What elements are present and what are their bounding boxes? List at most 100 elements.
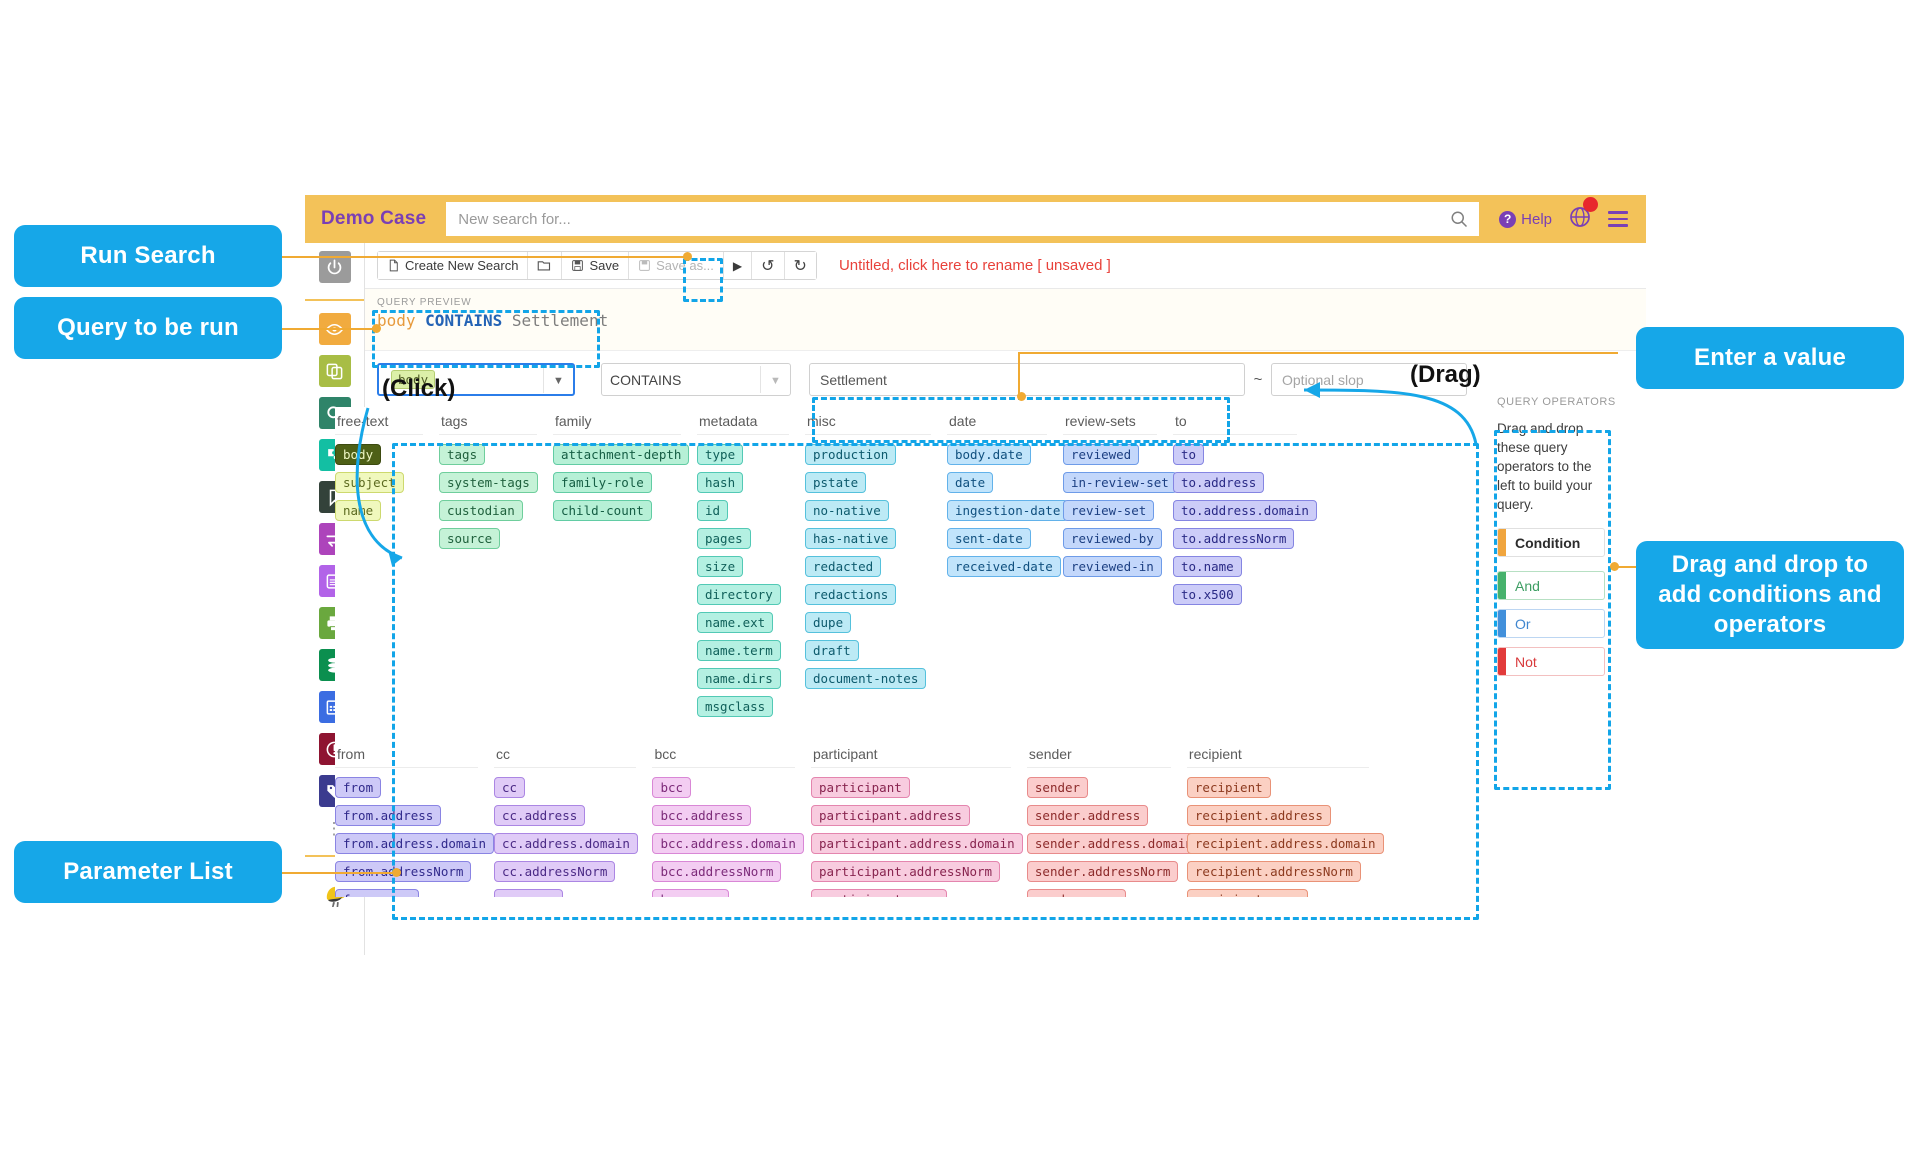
parameter-chip[interactable]: cc.address (494, 805, 586, 826)
parameter-chip[interactable]: sender (1026, 777, 1089, 798)
parameter-chip[interactable]: from.name (335, 889, 419, 897)
parameter-chip[interactable]: production (805, 444, 897, 465)
leader-line-enter-value-vert (1018, 352, 1020, 396)
parameter-chip[interactable]: from.address (335, 805, 442, 826)
parameter-chip[interactable]: participant.address (810, 805, 970, 826)
parameter-chip[interactable]: to.name (1173, 556, 1242, 577)
parameter-chip[interactable]: child-count (553, 500, 652, 521)
parameter-chip[interactable]: cc.name (494, 889, 563, 897)
parameter-chip[interactable]: date (947, 472, 994, 493)
parameter-chip[interactable]: cc.addressNorm (494, 861, 616, 882)
undo-button[interactable]: ↺ (752, 252, 785, 279)
parameter-chip[interactable]: directory (697, 584, 781, 605)
parameter-chip[interactable]: reviewed (1063, 444, 1140, 465)
parameter-chip[interactable]: from.address.domain (335, 833, 494, 854)
parameter-chip[interactable]: subject (335, 472, 404, 493)
parameter-chip[interactable]: to.address.domain (1173, 500, 1317, 521)
search-icon[interactable] (1449, 209, 1469, 229)
search-input[interactable] (446, 202, 1480, 236)
help-button[interactable]: ? Help (1487, 210, 1564, 228)
parameter-chip[interactable]: bcc.address.domain (652, 833, 804, 854)
parameter-chip[interactable]: bcc.addressNorm (652, 861, 782, 882)
query-operator-condition[interactable]: Condition (1497, 528, 1605, 557)
operator-select[interactable]: CONTAINS ▼ (601, 363, 791, 396)
parameter-chip[interactable]: sender.address (1026, 805, 1149, 826)
parameter-chip[interactable]: in-review-set (1063, 472, 1177, 493)
parameter-chip[interactable]: dupe (805, 612, 852, 633)
parameter-chip[interactable]: draft (805, 640, 859, 661)
application-window: Demo Case ? Help (305, 195, 1646, 955)
hamburger-menu-icon[interactable] (1606, 207, 1646, 230)
parameter-chip[interactable]: sender.name (1026, 889, 1126, 897)
parameter-chip[interactable]: cc.address.domain (494, 833, 638, 854)
parameter-chip[interactable]: redacted (805, 556, 882, 577)
parameter-chip[interactable]: to.addressNorm (1173, 528, 1295, 549)
parameter-chip[interactable]: sender.address.domain (1026, 833, 1201, 854)
parameter-chip[interactable]: review-set (1063, 500, 1155, 521)
parameter-chip[interactable]: recipient.address (1186, 805, 1331, 826)
parameter-chip[interactable]: bcc (652, 777, 692, 798)
callout-query-to-be-run: Query to be run (14, 297, 282, 359)
query-operator-not[interactable]: Not (1497, 647, 1605, 676)
chevron-down-icon[interactable]: ▼ (760, 366, 790, 393)
sidebar-item-documents[interactable] (318, 355, 351, 387)
parameter-chip[interactable]: recipient.address.domain (1186, 833, 1384, 854)
parameter-chip[interactable]: tags (439, 444, 486, 465)
parameter-chip[interactable]: recipient.name (1186, 889, 1309, 897)
create-new-search-label: Create New Search (405, 258, 519, 273)
parameter-chip[interactable]: cc (494, 777, 526, 798)
parameter-chip[interactable]: participant.name (810, 889, 948, 897)
parameter-chip[interactable]: recipient (1186, 777, 1271, 798)
value-input[interactable]: Settlement (809, 363, 1245, 396)
parameter-chip[interactable]: redactions (805, 584, 897, 605)
parameter-chip[interactable]: source (439, 528, 501, 549)
parameter-chip[interactable]: to (1173, 444, 1205, 465)
parameter-chip[interactable]: bcc.name (652, 889, 729, 897)
parameter-chip[interactable]: received-date (947, 556, 1061, 577)
parameter-chip[interactable]: recipient.addressNorm (1186, 861, 1361, 882)
parameter-chip[interactable]: has-native (805, 528, 897, 549)
parameter-chip[interactable]: id (697, 500, 729, 521)
parameter-group-misc: misc production pstate no-native has-native r… (805, 413, 947, 724)
redo-button[interactable]: ↻ (784, 252, 816, 279)
parameter-chip[interactable]: bcc.address (652, 805, 752, 826)
parameter-chip[interactable]: participant (810, 777, 910, 798)
run-search-button[interactable]: ▶ (723, 252, 753, 279)
parameter-chip[interactable]: participant.address.domain (810, 833, 1023, 854)
parameter-chip[interactable]: ingestion-date (947, 500, 1069, 521)
search-name-status[interactable]: Untitled, click here to rename [ unsaved… (839, 257, 1111, 274)
parameter-chip[interactable]: reviewed-in (1063, 556, 1162, 577)
parameter-chip[interactable]: to.x500 (1173, 584, 1242, 605)
parameter-chip[interactable]: pstate (805, 472, 867, 493)
parameter-chip[interactable]: type (697, 444, 744, 465)
parameter-chip[interactable]: body.date (947, 444, 1031, 465)
parameter-chip[interactable]: document-notes (805, 668, 927, 689)
parameter-chip[interactable]: custodian (439, 500, 523, 521)
parameter-chip[interactable]: name.term (697, 640, 781, 661)
parameter-chip[interactable]: to.address (1173, 472, 1265, 493)
parameter-chip[interactable]: family-role (553, 472, 652, 493)
parameter-chip[interactable]: name (335, 500, 382, 521)
query-operator-and[interactable]: And (1497, 571, 1605, 600)
parameter-chip[interactable]: name.ext (697, 612, 774, 633)
parameter-chip[interactable]: hash (697, 472, 744, 493)
parameter-chip[interactable]: sender.addressNorm (1026, 861, 1179, 882)
parameter-chip[interactable]: pages (697, 528, 751, 549)
parameter-chip[interactable]: participant.addressNorm (810, 861, 1001, 882)
parameter-chip[interactable]: reviewed-by (1063, 528, 1162, 549)
parameter-chip[interactable]: size (697, 556, 744, 577)
leader-dot-query-preview (372, 324, 381, 333)
query-operator-buttons: Condition And Or Not (1497, 528, 1621, 676)
parameter-chip[interactable]: msgclass (697, 696, 774, 717)
parameter-chip[interactable]: from (335, 777, 382, 798)
chevron-down-icon[interactable]: ▼ (543, 366, 573, 393)
parameter-group-title: sender (1026, 746, 1171, 768)
parameter-chip[interactable]: no-native (805, 500, 889, 521)
parameter-chip[interactable]: system-tags (439, 472, 538, 493)
parameter-chip[interactable]: body (335, 444, 382, 465)
notifications-globe-button[interactable] (1564, 196, 1606, 234)
parameter-chip[interactable]: name.dirs (697, 668, 781, 689)
query-operator-or[interactable]: Or (1497, 609, 1605, 638)
parameter-chip[interactable]: attachment-depth (553, 444, 690, 465)
parameter-chip[interactable]: sent-date (947, 528, 1031, 549)
